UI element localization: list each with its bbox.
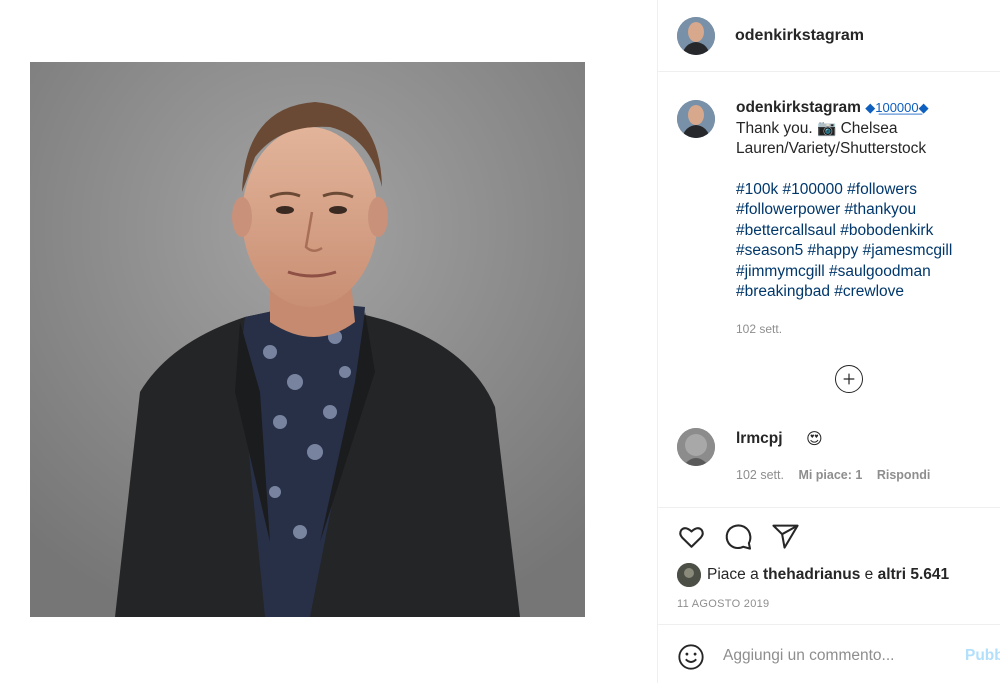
avatar-image (677, 428, 715, 466)
caption-avatar[interactable] (677, 100, 715, 138)
caption-text-line1: Thank you. 📷 Chelsea (736, 119, 898, 137)
author-avatar[interactable] (677, 16, 715, 55)
portrait-illustration (30, 62, 585, 617)
post-actions: Piace a thehadrianus e altri 5.641 11 AG… (658, 507, 1000, 624)
share-icon[interactable] (771, 522, 800, 551)
likes-others[interactable]: altri 5.641 (878, 566, 950, 584)
hashtag-line[interactable]: #100k #100000 #followers (736, 180, 1000, 201)
post-side-panel: odenkirkstagram odenkirkstagram ◆1̲0̲0̲0… (657, 0, 1000, 683)
avatar-image (677, 563, 701, 587)
caption-body: odenkirkstagram ◆1̲0̲0̲0̲0̲0̲◆ Thank you… (736, 98, 1000, 339)
hashtag-line[interactable]: #breakingbad #crewlove (736, 282, 1000, 303)
post-date[interactable]: 11 AGOSTO 2019 (677, 598, 769, 610)
comment-time[interactable]: 102 sett. (736, 468, 784, 482)
avatar-image (677, 100, 715, 138)
heart-icon[interactable] (677, 522, 706, 551)
liker-avatar[interactable] (677, 563, 701, 587)
media-area (0, 0, 657, 683)
commenter-username[interactable]: lrmcpj (736, 430, 783, 448)
hashtag-line[interactable]: #followerpower #thankyou (736, 200, 1000, 221)
hashtag-line[interactable]: #season5 #happy #jamesmcgill (736, 241, 1000, 262)
caption-text-line2: Lauren/Variety/Shutterstock (736, 140, 927, 157)
action-icons (677, 522, 800, 551)
liker-username[interactable]: thehadrianus (763, 566, 860, 584)
likes-prefix: Piace a (707, 566, 759, 583)
comment-text: 😍 (806, 431, 823, 448)
publish-button[interactable]: Pubb (965, 647, 1000, 665)
comment-reply-button[interactable]: Rispondi (877, 468, 930, 482)
plus-icon (843, 373, 855, 385)
likes-conj: e (864, 566, 874, 583)
caption-badge: ◆1̲0̲0̲0̲0̲0̲◆ (865, 100, 929, 115)
comment-input[interactable]: Aggiungi un commento... (723, 647, 894, 665)
comment-icon[interactable] (724, 522, 753, 551)
post-photo[interactable] (30, 62, 585, 617)
comment-item: lrmcpj 😍 102 sett. Mi piace: 1 Rispondi (677, 428, 1000, 488)
instagram-post-view: odenkirkstagram odenkirkstagram ◆1̲0̲0̲0… (0, 0, 1000, 683)
post-header: odenkirkstagram (658, 0, 1000, 72)
avatar-image (677, 16, 715, 55)
hashtag-line[interactable]: #jimmymcgill #saulgoodman (736, 262, 1000, 283)
caption-username[interactable]: odenkirkstagram (736, 99, 861, 116)
commenter-avatar[interactable] (677, 428, 715, 466)
comment-likes[interactable]: Mi piace: 1 (798, 468, 862, 482)
caption-time[interactable]: 102 sett. (736, 319, 1000, 340)
load-more-comments-button[interactable]: ⊕ (835, 365, 863, 393)
smile-icon[interactable] (677, 643, 705, 671)
comment-meta: 102 sett. Mi piace: 1 Rispondi (736, 468, 941, 482)
likes-summary: Piace a thehadrianus e altri 5.641 (677, 563, 949, 587)
author-username[interactable]: odenkirkstagram (735, 27, 864, 45)
hashtag-line[interactable]: #bettercallsaul #bobodenkirk (736, 221, 1000, 242)
caption-hashtags: #100k #100000 #followers #followerpower … (736, 180, 1000, 303)
add-comment-bar: Aggiungi un commento... Pubb (658, 624, 1000, 683)
